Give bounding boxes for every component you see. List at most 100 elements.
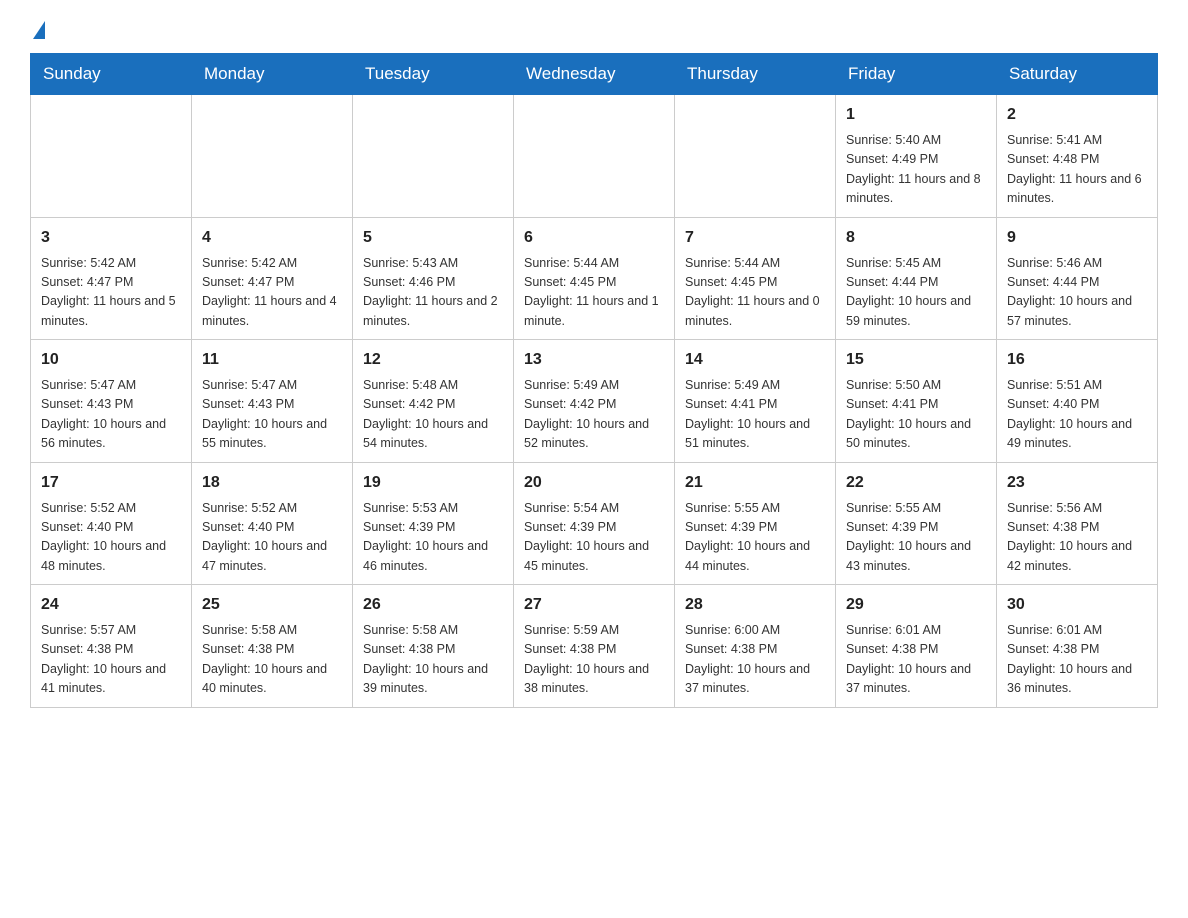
day-info-line-2: Daylight: 10 hours and 57 minutes. — [1007, 292, 1147, 331]
day-info: Sunrise: 5:42 AMSunset: 4:47 PMDaylight:… — [202, 254, 342, 332]
day-info: Sunrise: 5:40 AMSunset: 4:49 PMDaylight:… — [846, 131, 986, 209]
day-info-line-2: Daylight: 10 hours and 43 minutes. — [846, 537, 986, 576]
day-number: 12 — [363, 348, 503, 372]
calendar-cell-4-7: 23Sunrise: 5:56 AMSunset: 4:38 PMDayligh… — [997, 462, 1158, 585]
day-info-line-1: Sunset: 4:44 PM — [1007, 273, 1147, 292]
day-number: 18 — [202, 471, 342, 495]
day-info-line-2: Daylight: 10 hours and 52 minutes. — [524, 415, 664, 454]
day-number: 27 — [524, 593, 664, 617]
day-info-line-2: Daylight: 10 hours and 51 minutes. — [685, 415, 825, 454]
calendar-cell-1-5 — [675, 95, 836, 218]
day-info-line-0: Sunrise: 5:49 AM — [685, 376, 825, 395]
day-number: 8 — [846, 226, 986, 250]
calendar-cell-2-1: 3Sunrise: 5:42 AMSunset: 4:47 PMDaylight… — [31, 217, 192, 340]
day-info-line-2: Daylight: 10 hours and 37 minutes. — [685, 660, 825, 699]
day-info-line-0: Sunrise: 5:43 AM — [363, 254, 503, 273]
day-info-line-2: Daylight: 10 hours and 39 minutes. — [363, 660, 503, 699]
day-info-line-1: Sunset: 4:42 PM — [363, 395, 503, 414]
day-info-line-1: Sunset: 4:38 PM — [363, 640, 503, 659]
calendar-cell-4-5: 21Sunrise: 5:55 AMSunset: 4:39 PMDayligh… — [675, 462, 836, 585]
day-info-line-2: Daylight: 10 hours and 36 minutes. — [1007, 660, 1147, 699]
day-info: Sunrise: 5:57 AMSunset: 4:38 PMDaylight:… — [41, 621, 181, 699]
day-info-line-2: Daylight: 11 hours and 4 minutes. — [202, 292, 342, 331]
weekday-header-row: SundayMondayTuesdayWednesdayThursdayFrid… — [31, 54, 1158, 95]
logo — [30, 20, 45, 43]
calendar-cell-3-3: 12 Sunrise: 5:48 AMSunset: 4:42 PMDayligh… — [353, 340, 514, 463]
day-info-line-2: Daylight: 10 hours and 37 minutes. — [846, 660, 986, 699]
day-info-line-0: Sunrise: 5:52 AM — [202, 499, 342, 518]
week-row-2: 3 Sunrise: 5:42 AMSunset: 4:47 PMDaylight… — [31, 217, 1158, 340]
day-info-line-1: Sunset: 4:38 PM — [846, 640, 986, 659]
day-info-line-2: Daylight: 10 hours and 40 minutes. — [202, 660, 342, 699]
day-info-line-2: Daylight: 10 hours and 41 minutes. — [41, 660, 181, 699]
day-info: Sunrise: 5:49 AMSunset: 4:41 PMDaylight:… — [685, 376, 825, 454]
day-info-line-2: Daylight: 10 hours and 44 minutes. — [685, 537, 825, 576]
day-info-line-2: Daylight: 10 hours and 56 minutes. — [41, 415, 181, 454]
day-info: Sunrise: 5:55 AMSunset: 4:39 PMDaylight:… — [685, 499, 825, 577]
day-info-line-2: Daylight: 11 hours and 8 minutes. — [846, 170, 986, 209]
day-info-line-0: Sunrise: 5:59 AM — [524, 621, 664, 640]
day-info-line-0: Sunrise: 5:45 AM — [846, 254, 986, 273]
day-info-line-2: Daylight: 11 hours and 0 minutes. — [685, 292, 825, 331]
day-info-line-0: Sunrise: 5:47 AM — [41, 376, 181, 395]
day-info: Sunrise: 5:49 AMSunset: 4:42 PMDaylight:… — [524, 376, 664, 454]
calendar-cell-1-7: 2Sunrise: 5:41 AMSunset: 4:48 PMDaylight… — [997, 95, 1158, 218]
week-row-4: 17Sunrise: 5:52 AMSunset: 4:40 PMDayligh… — [31, 462, 1158, 585]
calendar-cell-1-4 — [514, 95, 675, 218]
day-info: Sunrise: 5:54 AMSunset: 4:39 PMDaylight:… — [524, 499, 664, 577]
day-number: 15 — [846, 348, 986, 372]
day-number: 16 — [1007, 348, 1147, 372]
calendar-cell-3-5: 14Sunrise: 5:49 AMSunset: 4:41 PMDayligh… — [675, 340, 836, 463]
calendar-cell-5-5: 28Sunrise: 6:00 AMSunset: 4:38 PMDayligh… — [675, 585, 836, 708]
day-info-line-0: Sunrise: 5:50 AM — [846, 376, 986, 395]
day-info-line-2: Daylight: 10 hours and 38 minutes. — [524, 660, 664, 699]
day-info-line-1: Sunset: 4:38 PM — [1007, 518, 1147, 537]
day-info-line-1: Sunset: 4:40 PM — [1007, 395, 1147, 414]
calendar-cell-4-1: 17Sunrise: 5:52 AMSunset: 4:40 PMDayligh… — [31, 462, 192, 585]
day-info-line-1: Sunset: 4:38 PM — [41, 640, 181, 659]
day-number: 29 — [846, 593, 986, 617]
day-info-line-2: Daylight: 10 hours and 47 minutes. — [202, 537, 342, 576]
calendar-cell-5-2: 25Sunrise: 5:58 AMSunset: 4:38 PMDayligh… — [192, 585, 353, 708]
weekday-header-monday: Monday — [192, 54, 353, 95]
day-info-line-2: Daylight: 10 hours and 48 minutes. — [41, 537, 181, 576]
calendar-cell-2-2: 4 Sunrise: 5:42 AMSunset: 4:47 PMDaylight… — [192, 217, 353, 340]
calendar-cell-5-1: 24 Sunrise: 5:57 AMSunset: 4:38 PMDayligh… — [31, 585, 192, 708]
day-info-line-0: Sunrise: 5:44 AM — [524, 254, 664, 273]
day-info: Sunrise: 6:00 AMSunset: 4:38 PMDaylight:… — [685, 621, 825, 699]
day-info-line-1: Sunset: 4:40 PM — [202, 518, 342, 537]
day-info-line-1: Sunset: 4:43 PM — [41, 395, 181, 414]
day-info-line-1: Sunset: 4:38 PM — [1007, 640, 1147, 659]
calendar-cell-5-6: 29Sunrise: 6:01 AMSunset: 4:38 PMDayligh… — [836, 585, 997, 708]
day-number: 6 — [524, 226, 664, 250]
weekday-header-saturday: Saturday — [997, 54, 1158, 95]
day-number: 25 — [202, 593, 342, 617]
page-header — [30, 20, 1158, 43]
day-info: Sunrise: 5:48 AMSunset: 4:42 PMDaylight:… — [363, 376, 503, 454]
calendar-cell-2-6: 8Sunrise: 5:45 AMSunset: 4:44 PMDaylight… — [836, 217, 997, 340]
day-info-line-1: Sunset: 4:41 PM — [846, 395, 986, 414]
day-number: 4 — [202, 226, 342, 250]
calendar-table: SundayMondayTuesdayWednesdayThursdayFrid… — [30, 53, 1158, 708]
day-number: 3 — [41, 226, 181, 250]
calendar-cell-2-7: 9Sunrise: 5:46 AMSunset: 4:44 PMDaylight… — [997, 217, 1158, 340]
day-number: 23 — [1007, 471, 1147, 495]
calendar-cell-2-4: 6Sunrise: 5:44 AMSunset: 4:45 PMDaylight… — [514, 217, 675, 340]
day-info-line-2: Daylight: 11 hours and 1 minute. — [524, 292, 664, 331]
day-number: 10 — [41, 348, 181, 372]
day-info-line-2: Daylight: 10 hours and 45 minutes. — [524, 537, 664, 576]
calendar-cell-3-6: 15Sunrise: 5:50 AMSunset: 4:41 PMDayligh… — [836, 340, 997, 463]
day-info: Sunrise: 5:52 AMSunset: 4:40 PMDaylight:… — [41, 499, 181, 577]
day-info-line-1: Sunset: 4:49 PM — [846, 150, 986, 169]
calendar-cell-2-5: 7Sunrise: 5:44 AMSunset: 4:45 PMDaylight… — [675, 217, 836, 340]
day-info-line-0: Sunrise: 5:44 AM — [685, 254, 825, 273]
day-info-line-0: Sunrise: 5:58 AM — [363, 621, 503, 640]
day-info: Sunrise: 5:41 AMSunset: 4:48 PMDaylight:… — [1007, 131, 1147, 209]
day-number: 24 — [41, 593, 181, 617]
day-info-line-0: Sunrise: 5:46 AM — [1007, 254, 1147, 273]
day-info-line-0: Sunrise: 5:48 AM — [363, 376, 503, 395]
day-info: Sunrise: 5:47 AMSunset: 4:43 PMDaylight:… — [41, 376, 181, 454]
day-info-line-0: Sunrise: 6:00 AM — [685, 621, 825, 640]
day-info-line-0: Sunrise: 5:51 AM — [1007, 376, 1147, 395]
day-info: Sunrise: 5:46 AMSunset: 4:44 PMDaylight:… — [1007, 254, 1147, 332]
